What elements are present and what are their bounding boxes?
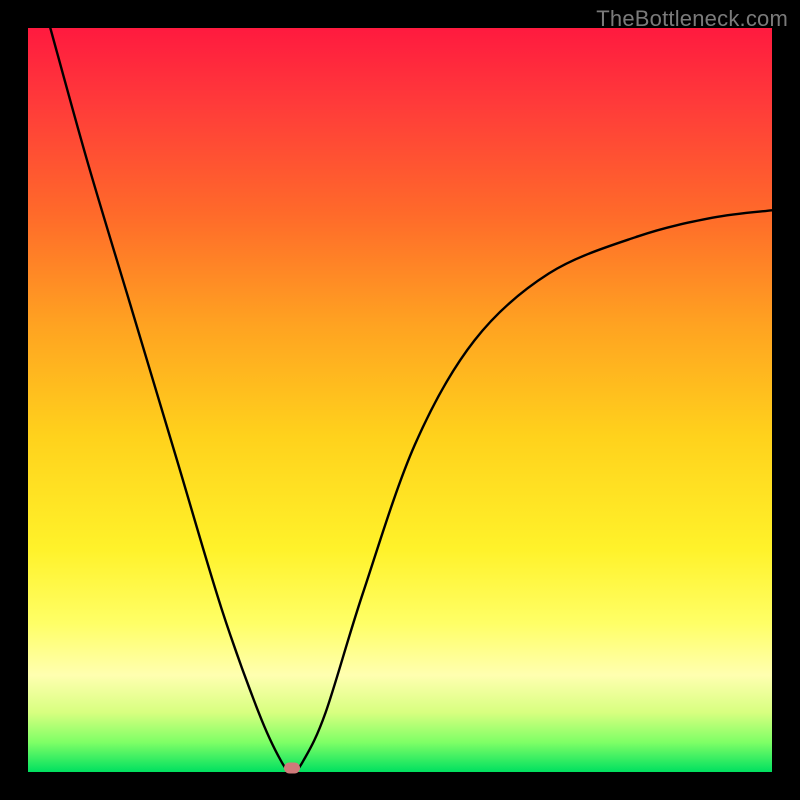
watermark-text: TheBottleneck.com	[596, 6, 788, 32]
optimal-point-marker	[284, 763, 300, 774]
bottleneck-curve	[28, 28, 772, 772]
chart-plot-area	[28, 28, 772, 772]
